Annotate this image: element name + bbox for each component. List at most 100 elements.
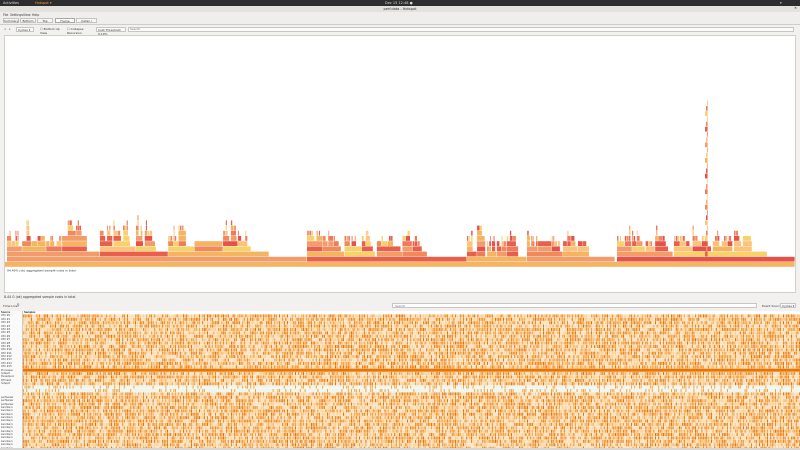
flame-frame[interactable]	[655, 241, 666, 246]
flame-frame[interactable]	[733, 246, 752, 252]
flame-frame[interactable]	[705, 189, 708, 194]
flame-frame[interactable]	[707, 194, 708, 200]
flame-frame[interactable]	[26, 236, 31, 241]
timeline-row[interactable]	[23, 388, 800, 393]
flame-frame[interactable]	[705, 142, 708, 148]
flame-frame[interactable]	[31, 241, 38, 246]
flame-frame[interactable]	[471, 230, 473, 236]
timeline-row[interactable]	[23, 405, 800, 410]
flame-frame[interactable]	[322, 246, 341, 252]
flame-frame[interactable]	[706, 184, 708, 189]
flame-frame[interactable]	[563, 241, 567, 246]
flame-frame[interactable]	[245, 236, 248, 241]
flame-frame[interactable]	[344, 251, 375, 257]
flame-frame[interactable]	[168, 241, 174, 246]
flame-frame[interactable]	[617, 236, 619, 241]
flame-frame[interactable]	[307, 230, 310, 236]
flame-frame[interactable]	[571, 241, 576, 246]
flame-frame[interactable]	[707, 178, 708, 184]
flame-frame[interactable]	[307, 236, 315, 241]
flame-frame[interactable]	[173, 225, 175, 231]
timeline-row[interactable]	[23, 317, 800, 321]
timeline-row[interactable]	[23, 419, 800, 423]
flame-frame[interactable]	[27, 220, 29, 226]
flame-frame[interactable]	[487, 246, 489, 252]
flame-frame[interactable]	[354, 236, 356, 241]
flame-frame[interactable]	[717, 236, 720, 241]
flame-frame[interactable]	[477, 251, 486, 257]
flame-frame[interactable]	[706, 246, 708, 252]
flame-frame[interactable]	[695, 236, 698, 241]
timeline-row[interactable]	[23, 378, 800, 382]
flame-frame[interactable]	[62, 236, 87, 241]
flame-frame[interactable]	[17, 230, 19, 236]
flame-frame[interactable]	[632, 230, 634, 236]
flame-frame[interactable]	[633, 236, 636, 241]
flame-frame[interactable]	[707, 225, 708, 231]
timeline-row[interactable]	[23, 392, 800, 396]
flame-graph[interactable]: 94.49% (ok) aggregated sample costs in t…	[4, 35, 796, 293]
flame-frame[interactable]	[77, 220, 79, 226]
flame-frame[interactable]	[705, 111, 708, 116]
flame-frame[interactable]	[181, 225, 184, 231]
flame-frame[interactable]	[145, 220, 147, 226]
flame-frame[interactable]	[223, 246, 251, 252]
flame-frame[interactable]	[636, 236, 640, 241]
flame-frame[interactable]	[69, 220, 72, 226]
activities-button[interactable]: Activities	[3, 1, 19, 6]
flame-frame[interactable]	[316, 236, 323, 241]
flame-frame[interactable]	[624, 236, 627, 241]
system-menu-icon[interactable]: ▾	[780, 1, 782, 6]
flame-frame[interactable]	[706, 215, 708, 220]
timeline-row[interactable]	[23, 331, 800, 335]
flame-frame[interactable]	[705, 236, 708, 241]
flame-frame[interactable]	[477, 225, 480, 231]
flame-frame[interactable]	[707, 210, 708, 215]
flame-frame[interactable]	[707, 116, 708, 122]
flame-frame[interactable]	[225, 230, 228, 236]
flame-frame[interactable]	[701, 236, 704, 241]
flame-frame[interactable]	[506, 251, 519, 257]
flame-frame[interactable]	[402, 236, 406, 241]
flame-frame[interactable]	[237, 241, 248, 246]
flame-frame[interactable]	[658, 236, 662, 241]
flame-frame[interactable]	[99, 241, 113, 246]
flame-frame[interactable]	[137, 215, 139, 220]
flame-frame[interactable]	[147, 230, 150, 236]
flame-frame[interactable]	[742, 241, 752, 246]
flame-frame[interactable]	[140, 225, 142, 231]
flame-frame[interactable]	[123, 236, 130, 241]
flame-frame[interactable]	[361, 241, 366, 246]
flame-frame[interactable]	[51, 236, 53, 241]
flame-frame[interactable]	[344, 241, 350, 246]
flame-frame[interactable]	[477, 246, 486, 252]
flame-frame[interactable]	[686, 241, 690, 246]
flame-frame[interactable]	[7, 251, 100, 257]
flame-frame[interactable]	[707, 132, 708, 137]
flame-frame[interactable]	[135, 241, 144, 246]
flame-frame[interactable]	[467, 241, 473, 246]
flame-frame[interactable]	[26, 220, 28, 226]
flame-frame[interactable]	[467, 246, 473, 252]
flame-frame[interactable]	[37, 241, 46, 246]
flame-frame[interactable]	[307, 241, 323, 246]
flame-frame[interactable]	[477, 241, 486, 246]
timeline-row[interactable]	[23, 433, 800, 437]
flame-frame[interactable]	[149, 230, 153, 236]
flame-frame[interactable]	[673, 241, 680, 246]
flame-frame[interactable]	[237, 230, 239, 236]
flame-frame[interactable]	[99, 246, 136, 252]
filter-icon[interactable]: ⚲	[17, 303, 20, 307]
timeline-row[interactable]	[23, 416, 800, 420]
menu-view[interactable]: View	[23, 13, 31, 17]
bottom-up-checkbox[interactable]: ☐ Bottom Up View	[39, 27, 64, 35]
flame-frame[interactable]	[692, 241, 702, 246]
flame-frame[interactable]	[123, 230, 129, 236]
flame-frame[interactable]	[365, 230, 367, 236]
tab-flame-graph[interactable]: Flame Graph	[55, 18, 75, 28]
flame-frame[interactable]	[501, 241, 504, 246]
flame-frame[interactable]	[414, 241, 418, 246]
timeline-row[interactable]	[23, 365, 800, 369]
flame-frame[interactable]	[168, 246, 195, 252]
flame-frame[interactable]	[683, 236, 685, 241]
